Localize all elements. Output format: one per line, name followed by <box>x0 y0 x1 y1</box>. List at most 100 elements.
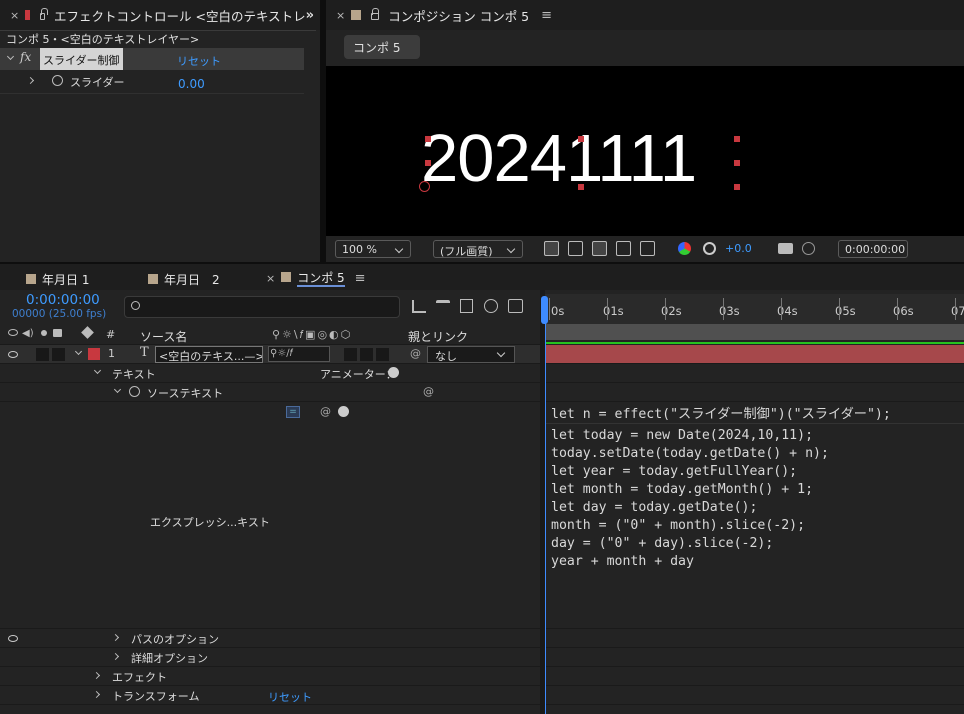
chevron-right-icon[interactable] <box>92 671 101 680</box>
close-icon[interactable]: × <box>266 272 275 285</box>
composition-viewer[interactable]: 20241111 <box>326 66 964 236</box>
expression-language-menu-icon[interactable] <box>338 406 349 417</box>
chevron-right-icon[interactable] <box>26 76 35 85</box>
work-area-bar[interactable] <box>545 324 964 340</box>
current-time[interactable]: 0:00:00:00 <box>26 292 100 308</box>
comp-text-layer[interactable]: 20241111 <box>421 124 697 194</box>
animator-play-icon[interactable] <box>388 367 399 378</box>
layer-handle[interactable] <box>734 136 740 142</box>
source-text-row[interactable]: ソーステキスト @ <box>0 383 540 402</box>
chevron-right-icon[interactable] <box>92 690 101 699</box>
layer-name[interactable]: <空白のテキス...—> <box>155 346 263 363</box>
lock-column-icon[interactable] <box>53 329 62 337</box>
lock-icon[interactable] <box>371 7 380 20</box>
chevron-down-icon[interactable] <box>93 366 102 375</box>
expression-enable-icon[interactable]: = <box>286 406 300 418</box>
composition-tab-title[interactable]: コンポジション コンポ 5 <box>388 6 529 25</box>
close-icon[interactable]: × <box>336 9 345 22</box>
label-color-swatch[interactable] <box>88 348 100 360</box>
current-time-display[interactable]: 0:00:00:00 <box>838 240 908 258</box>
video-visibility-icon[interactable] <box>8 329 18 336</box>
switch-box[interactable] <box>360 348 373 361</box>
comp-navigator-button[interactable]: コンポ 5 <box>344 35 420 59</box>
lock-toggle[interactable] <box>52 348 65 361</box>
switch-box[interactable] <box>376 348 389 361</box>
region-of-interest-icon[interactable] <box>616 241 631 256</box>
guides-icon[interactable] <box>640 241 655 256</box>
layer-handle[interactable] <box>578 136 584 142</box>
effect-controls-tab-title[interactable]: エフェクトコントロール <空白のテキストレ <box>54 6 306 25</box>
switch-box[interactable] <box>344 348 357 361</box>
show-snapshot-icon[interactable] <box>802 242 815 255</box>
zoom-dropdown[interactable]: 100 % <box>335 240 411 258</box>
draft-3d-icon[interactable] <box>436 300 450 313</box>
expression-editor[interactable]: let n = effect("スライダー制御")("スライダー"); let … <box>545 402 964 629</box>
timeline-tab-2[interactable]: 年月日 2 <box>148 271 220 288</box>
solo-toggle[interactable] <box>36 348 49 361</box>
exposure-reset-icon[interactable] <box>703 242 716 255</box>
eye-icon[interactable] <box>8 635 18 642</box>
layer-search-input[interactable] <box>124 296 400 318</box>
solo-icon[interactable] <box>41 330 47 336</box>
parent-link-header[interactable]: 親とリンク <box>408 328 468 345</box>
comp-mini-flowchart-icon[interactable] <box>412 300 426 313</box>
expression-pickwhip-icon[interactable]: @ <box>320 405 331 418</box>
timeline-tab-3[interactable]: × コンポ 5 ≡ <box>266 269 366 287</box>
chevron-down-icon[interactable] <box>74 347 83 356</box>
audio-icon[interactable]: ◀) <box>22 328 34 339</box>
effect-reset-link[interactable]: リセット <box>177 53 221 69</box>
chevron-down-icon[interactable] <box>113 385 122 394</box>
layer-handle[interactable] <box>425 160 431 166</box>
more-tabs-icon[interactable]: » <box>306 8 314 23</box>
mask-path-visibility-icon[interactable] <box>592 241 607 256</box>
expression-line-4: let year = today.getFullYear(); <box>551 464 798 479</box>
effect-name[interactable]: スライダー制御 <box>40 48 123 70</box>
source-name-header[interactable]: ソース名 <box>140 328 187 345</box>
quality-dropdown[interactable]: (フル画質) <box>433 240 523 258</box>
fx-icon[interactable]: fx <box>20 50 31 64</box>
stopwatch-icon[interactable] <box>52 75 63 86</box>
more-options-row[interactable]: 詳細オプション <box>0 648 540 667</box>
layer-row[interactable]: 1 T <空白のテキス...—> ⚲☼∕𝑓 @ なし <box>0 345 540 364</box>
lock-icon[interactable] <box>40 7 48 20</box>
pickwhip-icon[interactable]: @ <box>410 347 421 360</box>
layer-duration-bar[interactable] <box>545 345 964 363</box>
transform-row[interactable]: トランスフォーム リセット <box>0 686 540 705</box>
stopwatch-icon[interactable] <box>129 386 140 397</box>
parent-dropdown[interactable]: なし <box>427 346 515 363</box>
pickwhip-icon[interactable]: @ <box>423 385 434 398</box>
path-options-row[interactable]: パスのオプション <box>0 629 540 648</box>
graph-editor-icon[interactable] <box>508 299 523 313</box>
layer-handle[interactable] <box>734 184 740 190</box>
anchor-point-icon[interactable] <box>419 181 430 192</box>
chevron-down-icon[interactable] <box>6 52 15 61</box>
slider-param-row[interactable]: スライダー 0.00 <box>0 72 304 94</box>
transparency-grid-icon[interactable] <box>568 241 583 256</box>
label-icon[interactable] <box>81 326 94 339</box>
slider-param-value[interactable]: 0.00 <box>178 77 205 91</box>
menu-icon[interactable]: ≡ <box>355 271 366 286</box>
eye-icon[interactable] <box>8 351 18 358</box>
exposure-value[interactable]: +0.0 <box>725 242 752 255</box>
playhead-line[interactable] <box>545 304 546 714</box>
snapshot-camera-icon[interactable] <box>778 243 793 254</box>
text-group-row[interactable]: テキスト アニメーター： <box>0 364 540 383</box>
frame-blending-icon[interactable] <box>460 299 473 313</box>
effects-row[interactable]: エフェクト <box>0 667 540 686</box>
transform-reset-link[interactable]: リセット <box>268 689 312 705</box>
layer-handle[interactable] <box>425 136 431 142</box>
chevron-right-icon[interactable] <box>111 633 120 642</box>
fast-preview-icon[interactable] <box>544 241 559 256</box>
timeline-tab-1[interactable]: 年月日 1 <box>26 271 89 288</box>
layer-handle[interactable] <box>734 160 740 166</box>
effect-row[interactable]: fx スライダー制御 リセット <box>0 48 304 70</box>
layer-switches[interactable]: ⚲☼∕𝑓 <box>268 346 330 362</box>
effects-track <box>545 667 964 686</box>
close-icon[interactable]: × <box>10 9 19 22</box>
animator-label[interactable]: アニメーター： <box>320 366 397 382</box>
motion-blur-icon[interactable] <box>484 299 498 313</box>
channels-icon[interactable] <box>678 242 691 255</box>
layer-handle[interactable] <box>578 184 584 190</box>
menu-icon[interactable]: ≡ <box>541 8 552 23</box>
chevron-right-icon[interactable] <box>111 652 120 661</box>
